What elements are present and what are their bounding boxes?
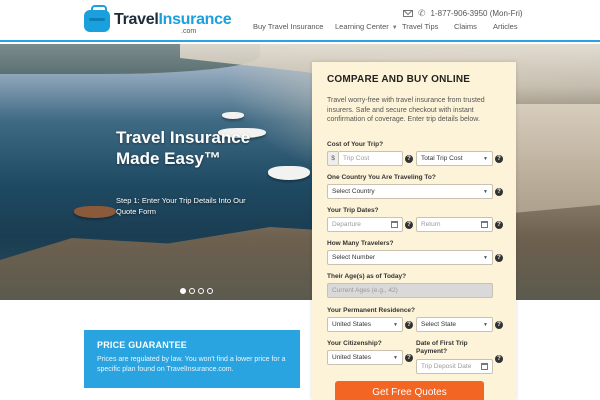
- price-guarantee-title: PRICE GUARANTEE: [97, 340, 188, 350]
- slider-dot[interactable]: [207, 288, 213, 294]
- help-icon[interactable]: ?: [405, 155, 413, 163]
- help-icon[interactable]: ?: [495, 155, 503, 163]
- travelers-label: How Many Travelers?: [327, 240, 394, 247]
- ages-label: Their Age(s) as of Today?: [327, 273, 407, 280]
- residence-state-select[interactable]: Select State ▼: [416, 317, 493, 332]
- price-guarantee-text: Prices are regulated by law. You won't f…: [97, 356, 286, 373]
- hero-title: Travel Insurance Made Easy™: [116, 128, 251, 168]
- first-payment-date-input[interactable]: Trip Deposit Date: [416, 359, 493, 374]
- slider-dot[interactable]: [180, 288, 186, 294]
- get-free-quotes-button[interactable]: Get Free Quotes: [335, 381, 484, 400]
- trip-cost-label: Cost of Your Trip?: [327, 141, 384, 148]
- trip-dates-label: Your Trip Dates?: [327, 207, 379, 214]
- phone-number[interactable]: 1-877-906-3950 (Mon-Fri): [431, 9, 523, 18]
- site-header: TravelInsurance .com ✆ 1-877-906-3950 (M…: [0, 0, 600, 42]
- main-nav: Buy Travel Insurance Learning Center ▼ Tr…: [253, 22, 523, 31]
- nav-buy-travel-insurance[interactable]: Buy Travel Insurance: [253, 22, 335, 31]
- calendar-icon[interactable]: [481, 221, 488, 228]
- boat-image: [222, 112, 244, 119]
- boat-image: [74, 206, 116, 218]
- citizenship-select[interactable]: United States ▼: [327, 350, 403, 365]
- hero-subtitle: Step 1: Enter Your Trip Details Into Our…: [116, 196, 246, 216]
- luggage-logo-icon: [84, 5, 110, 32]
- trip-cost-input[interactable]: Trip Cost: [338, 151, 403, 166]
- envelope-icon[interactable]: [403, 10, 413, 17]
- price-guarantee-box: PRICE GUARANTEE Prices are regulated by …: [84, 330, 300, 388]
- country-label: One Country You Are Traveling To?: [327, 174, 436, 181]
- phone-icon: ✆: [418, 8, 426, 18]
- first-payment-label: Date of First Trip Payment?: [416, 340, 468, 355]
- total-trip-cost-select[interactable]: Total Trip Cost ▼: [416, 151, 493, 166]
- form-title: COMPARE AND BUY ONLINE: [327, 74, 471, 85]
- help-icon[interactable]: ?: [495, 254, 503, 262]
- nav-travel-tips[interactable]: Travel Tips: [402, 22, 454, 31]
- nav-claims[interactable]: Claims: [454, 22, 493, 31]
- chevron-down-icon: ▼: [483, 156, 488, 162]
- contact-bar: ✆ 1-877-906-3950 (Mon-Fri): [403, 8, 523, 19]
- nav-learning-center[interactable]: Learning Center ▼: [335, 22, 402, 31]
- help-icon[interactable]: ?: [405, 354, 413, 362]
- slider-dot[interactable]: [189, 288, 195, 294]
- departure-date-input[interactable]: Departure: [327, 217, 403, 232]
- residence-label: Your Permanent Residence?: [327, 307, 416, 314]
- help-icon[interactable]: ?: [405, 221, 413, 229]
- residence-country-select[interactable]: United States ▼: [327, 317, 403, 332]
- help-icon[interactable]: ?: [495, 188, 503, 196]
- slider-dots: [180, 288, 213, 294]
- chevron-down-icon: ▼: [393, 322, 398, 328]
- slider-dot[interactable]: [198, 288, 204, 294]
- form-description: Travel worry-free with travel insurance …: [327, 97, 485, 123]
- chevron-down-icon: ▼: [393, 355, 398, 361]
- help-icon[interactable]: ?: [405, 321, 413, 329]
- nav-articles[interactable]: Articles: [493, 22, 523, 31]
- return-date-input[interactable]: Return: [416, 217, 493, 232]
- ages-input[interactable]: Current Ages (e.g., 42): [327, 283, 493, 298]
- chevron-down-icon: ▼: [483, 255, 488, 261]
- calendar-icon[interactable]: [481, 363, 488, 370]
- logo-wordmark: TravelInsurance: [114, 11, 232, 28]
- logo-suffix: .com: [181, 28, 197, 35]
- country-select[interactable]: Select Country ▼: [327, 184, 493, 199]
- help-icon[interactable]: ?: [495, 221, 503, 229]
- chevron-down-icon: ▼: [483, 189, 488, 195]
- calendar-icon[interactable]: [391, 221, 398, 228]
- site-logo[interactable]: TravelInsurance .com: [84, 5, 232, 37]
- chevron-down-icon: ▼: [483, 322, 488, 328]
- help-icon[interactable]: ?: [495, 321, 503, 329]
- chevron-down-icon: ▼: [391, 25, 398, 31]
- currency-prefix: $: [327, 151, 338, 166]
- help-icon[interactable]: ?: [495, 355, 503, 363]
- citizenship-label: Your Citizenship?: [327, 340, 382, 347]
- travelers-select[interactable]: Select Number ▼: [327, 250, 493, 265]
